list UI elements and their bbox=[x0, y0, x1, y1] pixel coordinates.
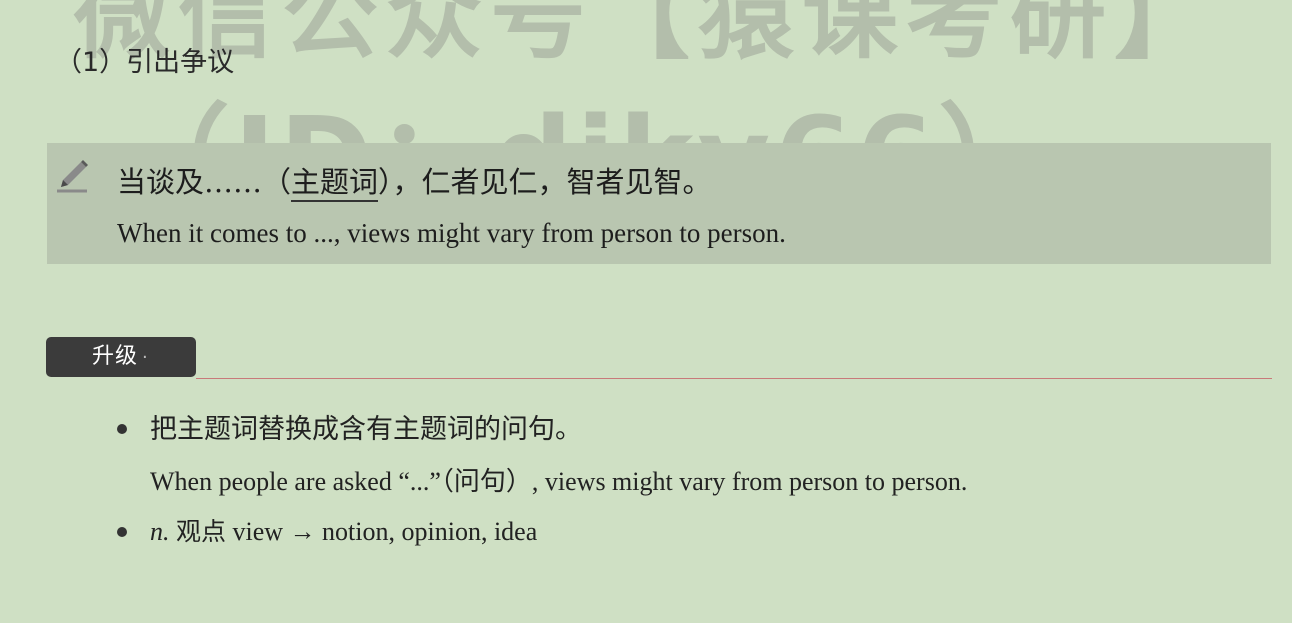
bullet-2-synonyms: view → notion, opinion, idea bbox=[226, 517, 538, 546]
list-item: n. 观点 view → notion, opinion, idea bbox=[112, 514, 1282, 550]
example-zh-before: 当谈及……（ bbox=[117, 165, 292, 199]
pencil-icon bbox=[57, 160, 88, 193]
topic-word-underlined: 主题词 bbox=[291, 165, 379, 202]
bullet-2-chinese: 观点 bbox=[176, 517, 227, 546]
example-zh-after: ），仁者见仁，智者见智。 bbox=[378, 165, 712, 199]
bullet-dot bbox=[117, 424, 127, 434]
upgrade-tag: 升级 · bbox=[46, 337, 196, 377]
upgrade-tag-label: 升级 bbox=[92, 344, 139, 369]
bullet-2-part-of-speech: n. bbox=[150, 517, 170, 546]
example-chinese-sentence: 当谈及……（主题词），仁者见仁，智者见智。 bbox=[117, 159, 712, 202]
bullet-1-english: When people are asked “...”（问句）, views m… bbox=[150, 467, 968, 496]
section-title: （1）引出争议 bbox=[55, 47, 235, 78]
list-item: 把主题词替换成含有主题词的问句。 When people are asked “… bbox=[112, 408, 1282, 500]
bullet-1-chinese: 把主题词替换成含有主题词的问句。 bbox=[150, 414, 582, 445]
example-box: 当谈及……（主题词），仁者见仁，智者见智。 When it comes to .… bbox=[47, 143, 1271, 264]
upgrade-bullet-list: 把主题词替换成含有主题词的问句。 When people are asked “… bbox=[112, 408, 1282, 550]
upgrade-tag-dot: · bbox=[142, 347, 149, 368]
example-english-sentence: When it comes to ..., views might vary f… bbox=[117, 218, 786, 248]
bullet-dot bbox=[117, 527, 127, 537]
upgrade-divider bbox=[196, 378, 1272, 379]
